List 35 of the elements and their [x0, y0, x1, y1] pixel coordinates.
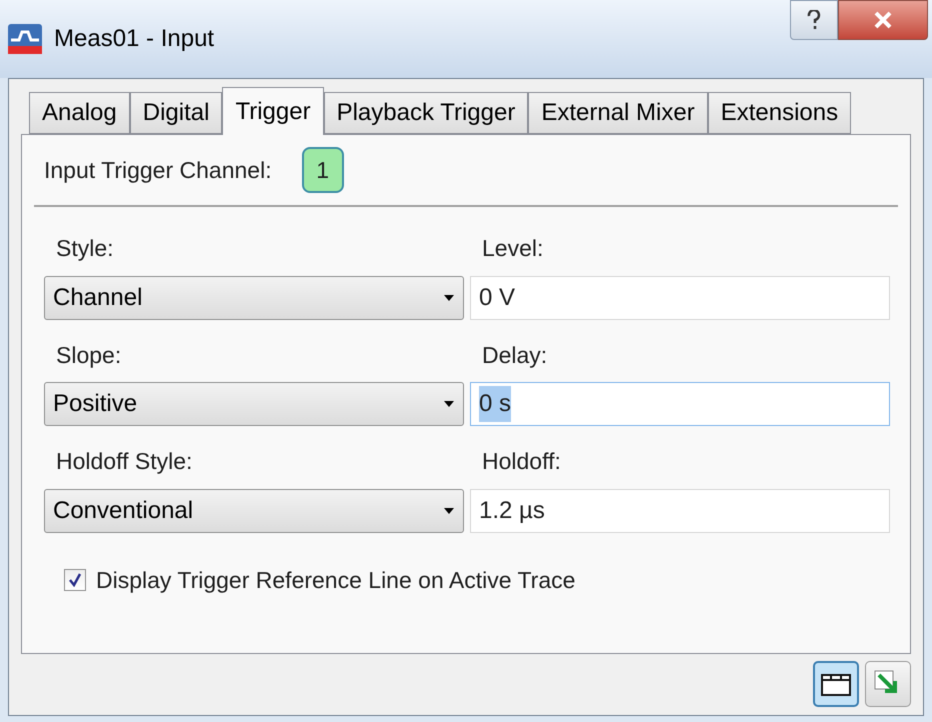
- dropdown[interactable]: Positive: [44, 382, 464, 426]
- help-icon: [807, 10, 821, 30]
- field-label: Style:: [55, 234, 115, 263]
- field-label: Holdoff Style:: [55, 447, 194, 476]
- window-button[interactable]: [813, 661, 859, 707]
- export-button[interactable]: [865, 661, 911, 707]
- help-button[interactable]: [790, 0, 838, 40]
- field-label: Slope:: [55, 340, 122, 370]
- tab[interactable]: Trigger: [222, 87, 324, 135]
- checkbox-label: Display Trigger Reference Line on Active Trace: [96, 566, 576, 595]
- window-title: Meas01 - Input: [54, 24, 214, 54]
- field-label: Level:: [481, 234, 544, 263]
- tab[interactable]: Playback Trigger: [324, 92, 528, 134]
- dropdown[interactable]: Conventional: [44, 488, 464, 532]
- close-button[interactable]: [838, 0, 928, 40]
- input-field[interactable]: 1.2 µs: [470, 488, 890, 532]
- input-field[interactable]: 0 s: [470, 382, 890, 426]
- tab[interactable]: Analog: [29, 92, 130, 134]
- caret-icon: [443, 294, 455, 302]
- close-icon: [873, 11, 893, 29]
- input-field[interactable]: 0 V: [470, 276, 890, 320]
- check-icon: [68, 572, 82, 587]
- tab[interactable]: Digital: [130, 92, 222, 134]
- channel-badge[interactable]: 1: [302, 147, 344, 193]
- field-label: Holdoff:: [481, 447, 562, 476]
- dropdown[interactable]: Channel: [44, 276, 464, 320]
- caret-icon: [443, 400, 455, 408]
- checkbox[interactable]: [64, 568, 86, 591]
- tab[interactable]: External Mixer: [528, 92, 708, 134]
- app-icon: [8, 24, 42, 54]
- field-label: Delay:: [481, 340, 548, 370]
- window-icon: [821, 672, 851, 696]
- caret-icon: [443, 506, 455, 514]
- field-label: Input Trigger Channel:: [44, 156, 272, 185]
- tab[interactable]: Extensions: [708, 92, 852, 134]
